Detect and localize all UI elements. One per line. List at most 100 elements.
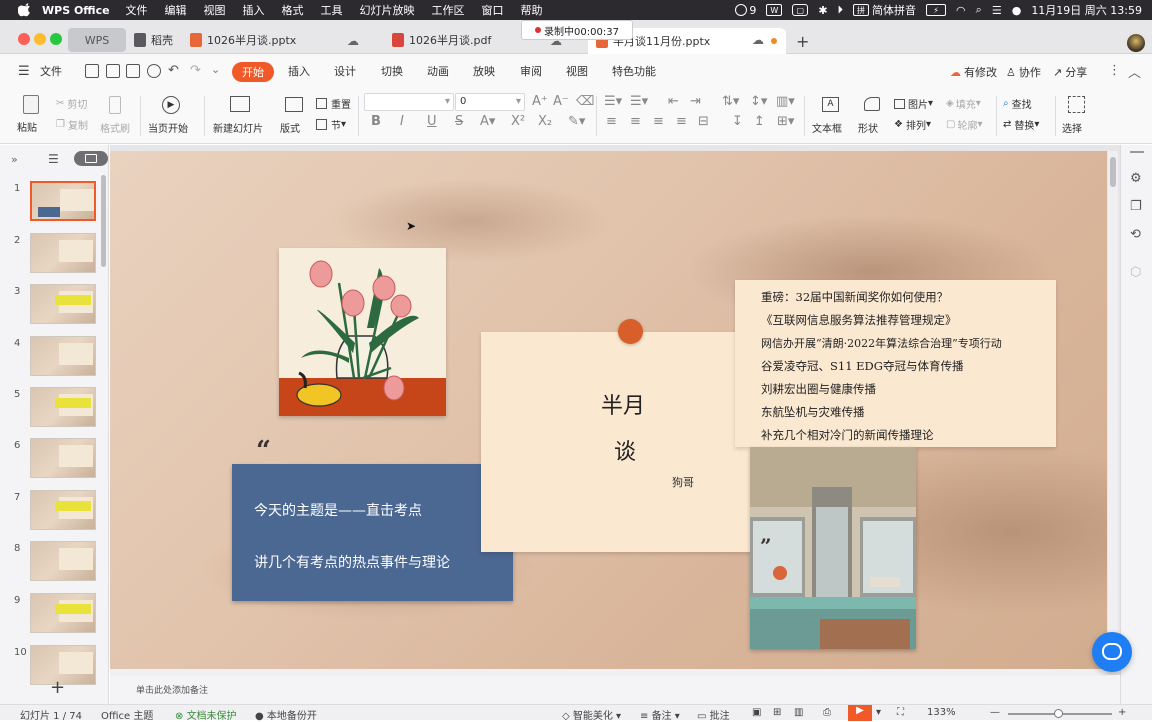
zoom-out-icon[interactable]: —: [990, 707, 1000, 718]
expand-panel-icon[interactable]: »: [11, 153, 18, 166]
new-tab-button[interactable]: +: [796, 32, 809, 51]
reset-button[interactable]: 重置: [316, 96, 351, 111]
shape-button[interactable]: 形状: [856, 94, 890, 138]
scroll-thumb[interactable]: [1110, 157, 1116, 187]
chat-assistant-button[interactable]: [1092, 632, 1132, 672]
presenter-icon[interactable]: ⎙: [823, 707, 831, 718]
normal-view-icon[interactable]: ▣: [752, 707, 761, 718]
bluetooth-icon[interactable]: ✱: [818, 4, 827, 17]
menu-window[interactable]: 窗口: [482, 2, 504, 18]
slide-thumbnail[interactable]: [30, 336, 96, 376]
more-quick-icon[interactable]: ⌄: [211, 63, 220, 76]
find-button[interactable]: ⌕ 查找: [1003, 96, 1032, 111]
font-name-select[interactable]: ▾: [364, 93, 454, 111]
app-name-menu[interactable]: WPS Office: [42, 4, 110, 17]
history-icon[interactable]: ⟲: [1130, 227, 1141, 242]
tab-transition[interactable]: 切换: [381, 63, 403, 79]
outline-view-icon[interactable]: ☰: [48, 152, 59, 166]
input-method-menu[interactable]: 拼简体拼音: [853, 2, 916, 18]
copy-button[interactable]: ❐ 复制: [56, 117, 88, 132]
clock-datetime[interactable]: 11月19日 周六 13:59: [1031, 2, 1142, 18]
minimize-window-button[interactable]: [34, 33, 46, 45]
style-icon[interactable]: ❐: [1130, 199, 1142, 214]
text-direction-icon[interactable]: ⇅▾: [722, 94, 739, 109]
slide-1[interactable]: “ 今天的主题是——直击考点 讲几个有考点的热点事件与理论 半月 谈 狗哥 重磅…: [110, 151, 1107, 669]
speaker-notes-area[interactable]: 单击此处添加备注: [110, 676, 1120, 704]
indent-icon[interactable]: ⇥: [690, 94, 701, 109]
para-spacing-icon[interactable]: ↧: [732, 114, 743, 129]
apple-icon[interactable]: [18, 3, 32, 17]
menu-tools[interactable]: 工具: [321, 2, 343, 18]
undo-icon[interactable]: ↶: [168, 63, 179, 78]
align-left-icon[interactable]: ≡: [606, 114, 617, 129]
changes-button[interactable]: ☁ 有修改: [950, 64, 997, 80]
menu-insert[interactable]: 插入: [243, 2, 265, 18]
properties-icon[interactable]: ⚙: [1130, 171, 1142, 186]
numbered-list-icon[interactable]: ☰▾: [630, 94, 648, 109]
section-button[interactable]: 节 ▾: [316, 117, 346, 132]
sorter-view-icon[interactable]: ⊞: [773, 707, 781, 718]
distribute-icon[interactable]: ⊟: [698, 114, 709, 129]
reading-view-icon[interactable]: ▥: [794, 707, 803, 718]
slide-thumbnail[interactable]: [30, 181, 96, 221]
print-icon[interactable]: [126, 64, 140, 78]
align-right-icon[interactable]: ≡: [653, 114, 664, 129]
tab-features[interactable]: 特色功能: [612, 63, 656, 79]
highlight-icon[interactable]: ✎▾: [568, 114, 585, 129]
menu-file[interactable]: 文件: [126, 2, 148, 18]
fit-window-icon[interactable]: ⛶: [897, 707, 904, 718]
tab-insert[interactable]: 插入: [288, 63, 310, 79]
select-button[interactable]: 选择: [1060, 94, 1094, 138]
subscript-icon[interactable]: X₂: [538, 114, 552, 129]
slide-thumbnail[interactable]: [30, 593, 96, 633]
tab-design[interactable]: 设计: [334, 63, 356, 79]
columns-icon[interactable]: ▥▾: [776, 94, 795, 109]
notification-count-icon[interactable]: 9: [735, 4, 756, 17]
underline-icon[interactable]: U: [427, 114, 437, 129]
close-window-button[interactable]: [18, 33, 30, 45]
tulip-vase-illustration[interactable]: [279, 248, 446, 416]
tab-wps-home[interactable]: WPS: [68, 28, 126, 52]
tab-review[interactable]: 审阅: [520, 63, 542, 79]
textbox-button[interactable]: A 文本框: [810, 94, 850, 138]
replace-button[interactable]: ⇄ 替换 ▾: [1003, 117, 1039, 132]
slide-thumbnail[interactable]: [30, 233, 96, 273]
cloud-sync-icon[interactable]: ☁: [347, 34, 359, 48]
italic-icon[interactable]: I: [400, 114, 404, 129]
topics-list-card[interactable]: 重磅：32届中国新闻奖你如何使用？ 《互联网信息服务算法推荐管理规定》 网信办开…: [735, 280, 1056, 447]
room-interior-photo[interactable]: [750, 447, 916, 649]
bold-icon[interactable]: B: [371, 114, 381, 129]
user-avatar[interactable]: [1127, 34, 1145, 52]
para-spacing-2-icon[interactable]: ↥: [754, 114, 765, 129]
play-slideshow-button[interactable]: ▶: [848, 705, 872, 721]
wps-status-icon[interactable]: W: [766, 4, 783, 16]
redo-icon[interactable]: ↷: [190, 63, 201, 78]
zoom-in-icon[interactable]: +: [1118, 707, 1126, 718]
tab-document-2[interactable]: 1026半月谈.pdf: [392, 28, 491, 52]
zoom-slider[interactable]: [1008, 709, 1112, 718]
play-options-icon[interactable]: ▾: [876, 707, 881, 718]
outline-button[interactable]: ▢ 轮廓 ▾: [946, 117, 982, 132]
menu-workspace[interactable]: 工作区: [432, 2, 465, 18]
increase-font-icon[interactable]: A⁺: [532, 94, 548, 109]
spotlight-search-icon[interactable]: ⌕: [976, 3, 982, 17]
layout-button[interactable]: 版式: [278, 94, 312, 138]
control-center-icon[interactable]: ☰: [992, 4, 1002, 17]
play-current-button[interactable]: ▶ 当页开始: [146, 94, 198, 138]
slide-thumbnail[interactable]: [30, 438, 96, 478]
topic-summary-box[interactable]: 今天的主题是——直击考点 讲几个有考点的热点事件与理论: [232, 464, 513, 601]
save-icon[interactable]: [85, 64, 99, 78]
cut-button[interactable]: ✂ 剪切: [56, 96, 87, 111]
more-options-icon[interactable]: ⋮: [1108, 63, 1121, 78]
new-slide-button[interactable]: 新建幻灯片: [210, 94, 272, 138]
justify-icon[interactable]: ≡: [676, 114, 687, 129]
battery-icon[interactable]: ⚡: [926, 4, 947, 16]
tab-view[interactable]: 视图: [566, 63, 588, 79]
collapse-ribbon-icon[interactable]: ︿: [1128, 62, 1141, 81]
cube-icon[interactable]: ⬡: [1130, 265, 1141, 280]
screen-mirror-icon[interactable]: ▢: [792, 4, 809, 16]
menu-edit[interactable]: 编辑: [165, 2, 187, 18]
zoom-slider-knob[interactable]: [1054, 709, 1063, 718]
collab-button[interactable]: ♙ 协作: [1006, 64, 1041, 80]
thumbnail-view-toggle[interactable]: [74, 151, 108, 166]
